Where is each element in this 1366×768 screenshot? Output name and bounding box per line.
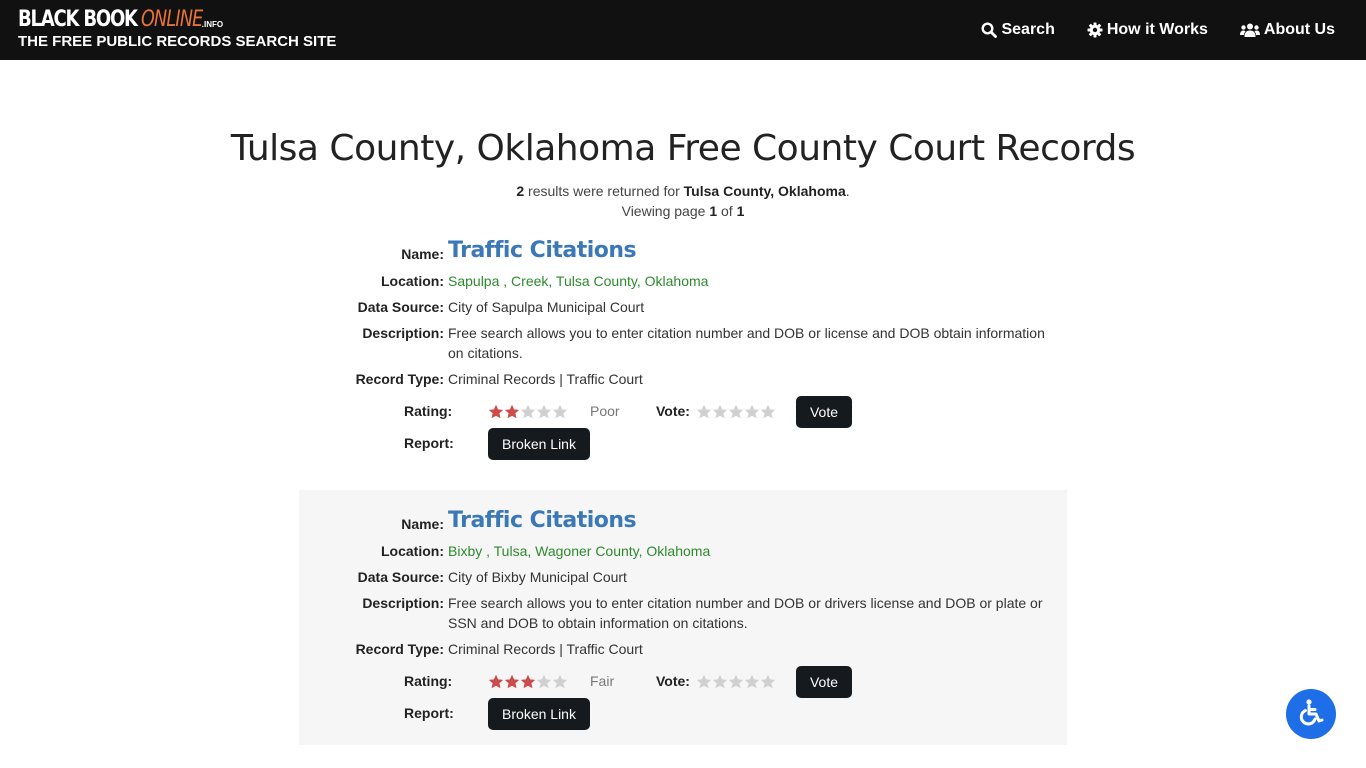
record-card: Name: Traffic Citations Location: Sapulp…	[299, 230, 1067, 480]
star-filled-icon	[488, 674, 504, 689]
accessibility-button[interactable]	[1286, 689, 1336, 739]
record-data-source-row: Data Source: City of Sapulpa Municipal C…	[299, 297, 1067, 317]
rating-label: Rating:	[404, 673, 453, 689]
record-description: Free search allows you to enter citation…	[448, 325, 1045, 361]
search-query: Tulsa County, Oklahoma	[683, 183, 846, 199]
users-icon	[1239, 23, 1260, 37]
page-title: Tulsa County, Oklahoma Free County Court…	[230, 128, 1136, 169]
record-type-label: Record Type:	[355, 641, 444, 657]
top-navbar: BLACK BOOK ONLINE .INFO THE FREE PUBLIC …	[0, 0, 1366, 60]
star-empty-icon[interactable]	[728, 404, 744, 419]
nav-how-it-works-label: How it Works	[1106, 21, 1208, 38]
record-name-row: Name: Traffic Citations	[299, 508, 1067, 534]
star-empty-icon[interactable]	[712, 404, 728, 419]
record-description-row: Description: Free search allows you to e…	[299, 593, 1067, 633]
nav-search-label: Search	[1001, 21, 1055, 38]
record-description: Free search allows you to enter citation…	[448, 595, 1043, 631]
result-count: 2	[516, 183, 525, 199]
record-name-row: Name: Traffic Citations	[299, 238, 1067, 264]
record-location: Sapulpa , Creek, Tulsa County, Oklahoma	[448, 273, 709, 289]
rating-stars	[488, 404, 568, 419]
record-name-link[interactable]: Traffic Citations	[448, 238, 637, 264]
rating-row: Rating: Poor Vote: Vote	[299, 396, 1067, 428]
record-name-link[interactable]: Traffic Citations	[448, 508, 637, 534]
record-type-row: Record Type: Criminal Records | Traffic …	[299, 639, 1067, 659]
star-empty-icon	[552, 404, 568, 419]
record-type: Criminal Records | Traffic Court	[448, 641, 643, 657]
nav-search[interactable]: Search	[981, 21, 1055, 39]
star-empty-icon	[536, 674, 552, 689]
gear-icon	[1087, 22, 1103, 38]
search-icon	[981, 22, 998, 38]
location-label: Location:	[381, 273, 444, 289]
nav-about-us-label: About Us	[1263, 21, 1335, 38]
record-data-source-row: Data Source: City of Bixby Municipal Cou…	[299, 567, 1067, 587]
rating-label: Rating:	[404, 403, 453, 419]
star-filled-icon	[488, 404, 504, 419]
main-nav: Search How it Works About Us	[981, 0, 1335, 60]
star-empty-icon	[520, 404, 536, 419]
vote-button[interactable]: Vote	[796, 396, 852, 428]
report-row: Report: Broken Link	[299, 698, 1067, 730]
star-empty-icon[interactable]	[712, 674, 728, 689]
pagination-line: Viewing page 1 of 1	[621, 203, 745, 219]
data-source-label: Data Source:	[357, 569, 444, 585]
record-card: Name: Traffic Citations Location: Bixby …	[299, 490, 1067, 745]
description-label: Description:	[362, 325, 444, 341]
record-description-row: Description: Free search allows you to e…	[299, 323, 1067, 363]
rating-word: Poor	[590, 403, 620, 419]
star-empty-icon[interactable]	[744, 674, 760, 689]
data-source-label: Data Source:	[357, 299, 444, 315]
vote-label: Vote:	[656, 403, 690, 419]
vote-stars[interactable]	[696, 404, 776, 419]
logo-tagline: THE FREE PUBLIC RECORDS SEARCH SITE	[18, 33, 337, 50]
logo-black-book: BLACK BOOK	[18, 7, 138, 32]
report-row: Report: Broken Link	[299, 428, 1067, 460]
star-empty-icon[interactable]	[728, 674, 744, 689]
record-type-label: Record Type:	[355, 371, 444, 387]
star-empty-icon[interactable]	[760, 674, 776, 689]
nav-about-us[interactable]: About Us	[1239, 21, 1335, 39]
vote-label: Vote:	[656, 673, 690, 689]
total-pages: 1	[736, 203, 745, 219]
record-location-row: Location: Sapulpa , Creek, Tulsa County,…	[299, 271, 1067, 291]
star-empty-icon[interactable]	[760, 404, 776, 419]
star-filled-icon	[504, 674, 520, 689]
current-page: 1	[709, 203, 718, 219]
record-location: Bixby , Tulsa, Wagoner County, Oklahoma	[448, 543, 711, 559]
name-label: Name:	[401, 516, 444, 532]
rating-row: Rating: Fair Vote: Vote	[299, 666, 1067, 698]
star-empty-icon	[552, 674, 568, 689]
name-label: Name:	[401, 246, 444, 262]
star-empty-icon[interactable]	[696, 674, 712, 689]
wheelchair-icon	[1296, 697, 1326, 732]
star-filled-icon	[504, 404, 520, 419]
vote-stars[interactable]	[696, 674, 776, 689]
vote-button[interactable]: Vote	[796, 666, 852, 698]
report-label: Report:	[404, 435, 454, 451]
broken-link-button[interactable]: Broken Link	[488, 428, 590, 460]
site-logo[interactable]: BLACK BOOK ONLINE .INFO THE FREE PUBLIC …	[18, 7, 336, 50]
record-location-row: Location: Bixby , Tulsa, Wagoner County,…	[299, 541, 1067, 561]
results-summary: 2 results were returned for Tulsa County…	[0, 181, 1366, 221]
rating-stars	[488, 674, 568, 689]
report-label: Report:	[404, 705, 454, 721]
rating-word: Fair	[590, 673, 615, 689]
broken-link-button[interactable]: Broken Link	[488, 698, 590, 730]
record-type-row: Record Type: Criminal Records | Traffic …	[299, 369, 1067, 389]
results-count-line: 2 results were returned for Tulsa County…	[516, 183, 850, 199]
location-label: Location:	[381, 543, 444, 559]
logo-tld: .INFO	[201, 20, 224, 29]
description-label: Description:	[362, 595, 444, 611]
record-data-source: City of Sapulpa Municipal Court	[448, 299, 645, 315]
star-filled-icon	[520, 674, 536, 689]
star-empty-icon	[536, 404, 552, 419]
star-empty-icon[interactable]	[744, 404, 760, 419]
record-type: Criminal Records | Traffic Court	[448, 371, 643, 387]
logo-online: ONLINE	[140, 7, 203, 32]
record-data-source: City of Bixby Municipal Court	[448, 569, 627, 585]
nav-how-it-works[interactable]: How it Works	[1087, 21, 1208, 39]
star-empty-icon[interactable]	[696, 404, 712, 419]
